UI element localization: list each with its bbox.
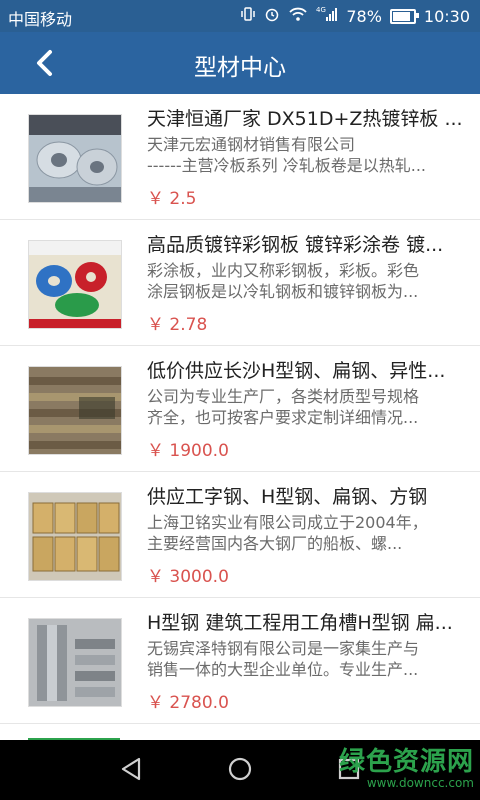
product-title: 供应工字钢、H型钢、扁钢、方钢: [147, 486, 428, 508]
product-description: 公司为专业生产厂，各类材质型号规格 齐全，也可按客户要求定制详细情况...: [147, 387, 420, 427]
product-title: H型钢 建筑工程用工角槽H型钢 扁...: [147, 612, 453, 634]
product-description: 上海卫铭实业有限公司成立于2004年， 主要经营国内各大钢厂的船板、螺...: [147, 513, 428, 553]
product-price: ￥ 1900.0: [147, 441, 229, 461]
page-title: 型材中心: [194, 55, 286, 81]
signal-icon: 4G: [316, 6, 338, 26]
product-description: 无锡宾泽特钢有限公司是一家集生产与 销售一体的大型企业单位。专业生产...: [147, 639, 420, 679]
product-price: ￥ 2780.0: [147, 693, 229, 713]
svg-text:4G: 4G: [316, 6, 326, 14]
product-thumbnail: [28, 618, 122, 707]
product-price: ￥ 2.5: [147, 189, 197, 209]
wifi-icon: [288, 6, 308, 26]
battery-percent: 78%: [346, 6, 382, 26]
system-nav-bar: 绿色资源网 www.downcc.com: [0, 740, 480, 800]
product-description: 天津元宏通钢材销售有限公司 ------主营冷板系列 冷轧板卷是以热轧...: [147, 135, 426, 175]
product-thumbnail: [28, 492, 122, 581]
clock: 10:30: [423, 6, 470, 26]
carrier-name: 中国移动: [8, 10, 73, 29]
list-item[interactable]: 高品质镀锌彩钢板 镀锌彩涂卷 镀... 彩涂板，业内又称彩钢板，彩板。彩色 涂层…: [0, 220, 480, 346]
product-title: 低价供应长沙H型钢、扁钢、异性...: [147, 360, 446, 382]
triangle-back-icon: [121, 757, 141, 781]
list-item[interactable]: 天津恒通厂家 DX51D+Z热镀锌板 ... 天津元宏通钢材销售有限公司 ---…: [0, 94, 480, 220]
product-price: ￥ 2.78: [147, 315, 208, 335]
product-thumbnail: [28, 240, 122, 329]
product-title: 高品质镀锌彩钢板 镀锌彩涂卷 镀...: [147, 234, 444, 256]
product-price: ￥ 3000.0: [147, 567, 229, 587]
nav-back-button[interactable]: [118, 756, 144, 786]
watermark-url: www.downcc.com: [366, 776, 474, 790]
battery-level: [392, 11, 411, 21]
list-item[interactable]: H型钢 建筑工程用工角槽H型钢 扁... 无锡宾泽特钢有限公司是一家集生产与 销…: [0, 598, 480, 724]
product-list[interactable]: 天津恒通厂家 DX51D+Z热镀锌板 ... 天津元宏通钢材销售有限公司 ---…: [0, 94, 480, 740]
watermark-title: 绿色资源网: [338, 747, 474, 777]
product-title: 天津恒通厂家 DX51D+Z热镀锌板 ...: [147, 108, 463, 130]
alarm-icon: [264, 6, 280, 26]
nav-home-button[interactable]: [227, 756, 253, 786]
list-item[interactable]: 低价供应长沙H型钢、扁钢、异性... 公司为专业生产厂，各类材质型号规格 齐全，…: [0, 346, 480, 472]
circle-home-icon: [228, 757, 252, 781]
list-item[interactable]: 供应工字钢、H型钢、扁钢、方钢 上海卫铭实业有限公司成立于2004年， 主要经营…: [0, 472, 480, 598]
status-bar: 中国移动 4G 78% 10:30: [0, 0, 480, 32]
product-thumbnail: [28, 114, 122, 203]
product-thumbnail: [28, 366, 122, 455]
app-bar: 型材中心: [0, 32, 480, 94]
product-description: 彩涂板，业内又称彩钢板，彩板。彩色 涂层钢板是以冷轧钢板和镀锌钢板为...: [147, 261, 420, 301]
watermark: 绿色资源网 www.downcc.com: [339, 741, 474, 790]
battery-icon: [389, 8, 419, 24]
vibrate-icon: [240, 6, 256, 26]
